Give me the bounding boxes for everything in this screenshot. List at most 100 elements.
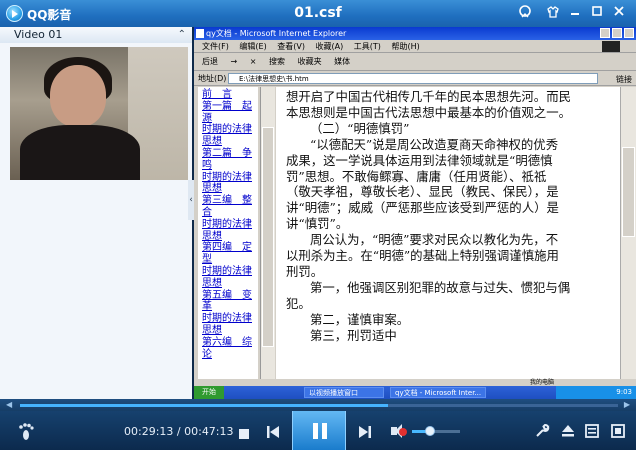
control-bar: 00:29:13 / 00:47:13: [0, 411, 636, 450]
toc-line: 第一篇 起源: [202, 100, 252, 124]
minimize-icon-svg: [571, 13, 579, 15]
previous-icon-svg: [267, 426, 279, 438]
ie-menu-item: 查看(V): [277, 42, 305, 51]
file-name: 01.csf: [294, 5, 342, 21]
maximize-icon-svg: [592, 6, 602, 16]
pause-icon-bar-left: [313, 423, 318, 439]
ie-toolbar: 后退 → × 搜索 收藏夹 媒体: [194, 53, 636, 71]
close-icon-svg: [614, 6, 624, 16]
minimize-icon[interactable]: [566, 5, 584, 21]
toc-line: 时期的法律: [202, 124, 252, 136]
toc-line: 前 言: [202, 89, 232, 100]
toc-line: 时期的法律: [202, 313, 252, 325]
ie-toolbar-item: 搜索: [269, 57, 286, 66]
next-icon-svg: [359, 426, 371, 438]
mute-indicator: [399, 428, 407, 436]
wrench-icon[interactable]: [534, 423, 550, 443]
seek-bar-progress: [20, 404, 389, 407]
playlist-panel: Video 01 ⌃: [0, 27, 192, 399]
previous-icon[interactable]: [266, 424, 280, 443]
video-thumbnail[interactable]: [10, 47, 188, 180]
doc-line: “以德配天”说是周公改造夏商天命神权的优秀: [310, 136, 559, 152]
playlist-icon[interactable]: [584, 423, 600, 443]
next-icon[interactable]: [358, 424, 372, 443]
ie-toolbar-item: →: [230, 57, 238, 66]
taskbar-item: qy文档 - Microsoft Inter...: [390, 387, 486, 398]
doc-line: 周公认为，“明德”要求对民众以教化为先，不: [310, 232, 559, 248]
footprint-icon[interactable]: [16, 421, 36, 445]
toc-line: 时期的法律: [202, 218, 252, 230]
seek-forward-icon[interactable]: ▶: [624, 400, 630, 409]
ie-menu-item: 文件(F): [202, 42, 229, 51]
doc-line: 第三，刑罚适中: [310, 327, 397, 343]
windows-flag-icon: [602, 41, 620, 52]
taskbar-item: 以视频播放窗口: [304, 387, 384, 398]
doc-line: 讲“慎罚”。: [286, 216, 349, 232]
stop-icon[interactable]: [238, 425, 250, 444]
volume-slider[interactable]: [412, 426, 460, 436]
eject-icon-svg: [562, 425, 574, 437]
ie-toolbar-item: ×: [249, 57, 257, 66]
windows-taskbar: 开始 以视频播放窗口 qy文档 - Microsoft Inter... 9:0…: [194, 386, 636, 399]
chevron-up-icon[interactable]: ⌃: [178, 27, 186, 43]
t-shirt-icon-svg: [547, 6, 559, 18]
close-icon[interactable]: [610, 5, 628, 21]
playlist-icon-svg: [585, 424, 599, 438]
mute-icon[interactable]: [390, 423, 408, 439]
toc-line: 思想: [202, 324, 222, 336]
toc-line: 第三编 整合: [202, 195, 252, 218]
toc-line: 第六编 综论: [202, 336, 252, 360]
doc-line: 罚”思想。不敢侮鳏寡、庸庸（任用贤能）、祗祗: [286, 168, 547, 184]
seek-back-icon[interactable]: ◀: [6, 400, 12, 409]
ie-toolbar-item: 媒体: [334, 57, 351, 66]
ie-table-of-contents: 前 言 第一篇 起源 时期的法律 思想 第二篇 争鸣 时期的法律 思想 第三编 …: [198, 87, 258, 379]
ie-minimize-icon: [600, 28, 610, 38]
toc-line: 思想: [202, 136, 222, 148]
t-shirt-icon[interactable]: [544, 5, 562, 21]
ie-title-bar: qy文档 - Microsoft Internet Explorer: [194, 27, 636, 40]
ie-close-icon: [624, 28, 634, 38]
pause-button[interactable]: [292, 411, 346, 450]
ie-menu-item: 工具(T): [353, 42, 381, 51]
toc-line: 时期的法律: [202, 171, 252, 183]
toc-line: 第四编 定型: [202, 242, 252, 266]
ie-status-zone: 我的电脑: [530, 379, 555, 386]
ie-frame-scroll-thumb: [262, 127, 274, 347]
ie-menu-bar: 文件(F) 编辑(E) 查看(V) 收藏(A) 工具(T) 帮助(H): [194, 40, 636, 53]
ie-frame-scrollbar: [260, 87, 275, 379]
ie-document-icon: [196, 29, 204, 38]
toc-line: 时期的法律: [202, 265, 252, 277]
playlist-header[interactable]: Video 01 ⌃: [0, 27, 192, 43]
ie-menu-item: 帮助(H): [391, 42, 420, 51]
seek-bar[interactable]: [20, 404, 618, 407]
volume-knob[interactable]: [425, 426, 436, 436]
playlist-title: Video 01: [14, 28, 63, 41]
ie-document-scrollbar: [620, 87, 636, 379]
ie-toolbar-item: 收藏夹: [297, 57, 322, 66]
ie-menu-item: 收藏(A): [315, 42, 344, 51]
doc-line: 以刑杀为主。在“明德”的基础上特别强调谨慎施用: [286, 248, 559, 264]
doc-line: （二）“明德慎罚”: [310, 120, 410, 136]
doc-line: 第二，谨慎审案。: [310, 311, 410, 327]
maximize-icon[interactable]: [588, 5, 606, 21]
doc-line: 讲“明德”；威威（严惩那些应该受到严惩的人）是: [286, 200, 559, 216]
eject-icon[interactable]: [560, 423, 576, 443]
ie-document-scroll-thumb: [622, 147, 635, 237]
fullscreen-icon[interactable]: [610, 423, 626, 443]
time-separator: /: [173, 425, 185, 438]
stop-icon-svg: [239, 429, 249, 439]
doc-line: 刑罚。: [286, 263, 324, 279]
toc-line: 第五编 变革: [202, 289, 252, 313]
title-bar[interactable]: QQ影音 01.csf: [0, 0, 636, 27]
wrench-icon-svg: [536, 424, 550, 437]
ie-toolbar-item: 后退: [202, 57, 218, 66]
time-total: 00:47:13: [184, 425, 234, 438]
doc-line: 本思想则是中国古代法思想中最基本的价值观之一。: [286, 104, 571, 120]
skin-icon[interactable]: [516, 5, 534, 21]
ie-document-text: 想开启了中国古代相传几千年的民本思想先河。而民 本思想则是中国古代法思想中最基本…: [276, 87, 620, 379]
ie-maximize-icon: [612, 28, 622, 38]
qq-player-window: QQ影音 01.csf Video 01 ⌃ ‹ qy文档 - Microsof…: [0, 0, 636, 450]
time-display: 00:29:13 / 00:47:13: [124, 425, 234, 438]
toc-line: 第二篇 争鸣: [202, 147, 252, 171]
video-display[interactable]: qy文档 - Microsoft Internet Explorer 文件(F)…: [194, 27, 636, 399]
